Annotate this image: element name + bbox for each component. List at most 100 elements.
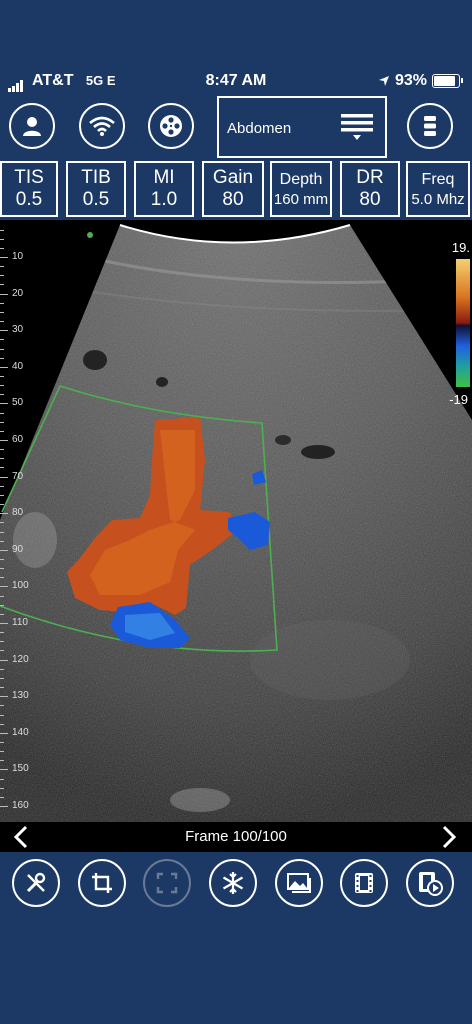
param-depth[interactable]: Depth 160 mm — [270, 161, 332, 217]
ruler-minor-tick — [0, 412, 4, 414]
crop-icon — [92, 873, 112, 893]
freeze-button[interactable] — [209, 859, 257, 907]
status-bar: AT&T 5G E 8:47 AM 93% — [0, 66, 472, 96]
ruler-minor-tick — [0, 687, 4, 689]
ruler-minor-tick — [0, 421, 4, 423]
param-dr[interactable]: DR 80 — [340, 161, 400, 217]
param-tib[interactable]: TIB 0.5 — [66, 161, 126, 217]
ruler-minor-tick — [0, 458, 4, 460]
tools-icon — [26, 872, 46, 893]
image-icon — [287, 873, 311, 893]
ruler-minor-tick — [0, 485, 4, 487]
video-play-icon — [419, 872, 443, 896]
ruler-minor-tick — [0, 504, 4, 506]
ruler-minor-tick — [0, 321, 4, 323]
ruler-label: 120 — [12, 653, 29, 665]
ruler-minor-tick — [0, 522, 4, 524]
ruler-tick — [0, 257, 8, 258]
ruler-minor-tick — [0, 238, 4, 240]
ruler-minor-tick — [0, 339, 4, 341]
image-button[interactable] — [275, 859, 323, 907]
ruler-minor-tick — [0, 714, 4, 716]
ruler-minor-tick — [0, 668, 4, 670]
ruler-tick — [0, 440, 8, 441]
ruler-tick — [0, 293, 8, 295]
menu-button[interactable] — [407, 103, 453, 149]
ruler-label: 160 — [12, 800, 29, 811]
ruler-minor-tick — [0, 796, 4, 798]
ruler-tick — [0, 366, 8, 368]
preset-selector[interactable]: Abdomen — [217, 96, 387, 158]
tools-button[interactable] — [12, 859, 60, 907]
wifi-icon — [89, 116, 115, 136]
ruler-minor-tick — [0, 577, 4, 579]
dropdown-lines-icon — [341, 114, 373, 140]
ruler-minor-tick — [0, 558, 4, 560]
ruler-tick — [0, 696, 8, 698]
film-reel-button[interactable] — [148, 103, 194, 149]
ruler-minor-tick — [0, 787, 4, 789]
param-mi[interactable]: MI 1.0 — [134, 161, 194, 217]
ruler-label: 110 — [12, 617, 28, 628]
ruler-label: 50 — [12, 397, 24, 409]
ruler-minor-tick — [0, 705, 4, 707]
ruler-minor-tick — [0, 385, 4, 387]
ruler-minor-tick — [0, 778, 4, 780]
crop-button[interactable] — [78, 859, 126, 907]
ruler-label: 60 — [12, 434, 24, 445]
ruler-minor-tick — [0, 641, 4, 643]
ruler-minor-tick — [0, 723, 4, 725]
ruler-minor-tick — [0, 430, 4, 432]
ruler-minor-tick — [0, 394, 4, 396]
ruler-minor-tick — [0, 375, 4, 377]
ruler-minor-tick — [0, 604, 4, 606]
ruler-minor-tick — [0, 650, 4, 652]
param-freq[interactable]: Freq 5.0 Mhz — [406, 161, 470, 217]
frame-bar: Frame 100/100 — [0, 822, 472, 852]
ruler-tick — [0, 623, 8, 624]
battery-percent: 93% — [394, 72, 427, 89]
frame-label: Frame 100/100 — [185, 828, 287, 845]
ruler-tick — [0, 806, 8, 807]
ruler-minor-tick — [0, 275, 4, 277]
ruler-minor-tick — [0, 760, 4, 762]
ruler-tick — [0, 513, 8, 515]
ultrasound-scan — [0, 224, 472, 822]
ruler-label: 80 — [12, 507, 24, 519]
user-button[interactable] — [9, 103, 55, 149]
ruler-tick — [0, 476, 8, 478]
focus-marker — [87, 232, 93, 238]
scale-min-label: -19 — [449, 392, 468, 407]
ruler-label: 90 — [12, 543, 24, 555]
ruler-tick — [0, 586, 8, 588]
ruler-minor-tick — [0, 741, 4, 743]
ultrasound-image[interactable]: 19. -19 10 20 30 40 50 60 70 80 90 100 110 120 130 14… — [0, 220, 472, 822]
ruler-minor-tick — [0, 632, 4, 634]
ruler-label: 150 — [12, 763, 29, 775]
ruler-minor-tick — [0, 247, 4, 249]
ruler-minor-tick — [0, 531, 4, 533]
ruler-tick — [0, 403, 8, 405]
video-play-button[interactable] — [406, 859, 454, 907]
param-gain[interactable]: Gain 80 — [202, 161, 264, 217]
ruler-tick — [0, 732, 8, 734]
film-reel-icon — [160, 115, 182, 137]
ruler-minor-tick — [0, 595, 4, 597]
ruler-minor-tick — [0, 751, 4, 753]
fullscreen-button[interactable] — [143, 859, 191, 907]
ruler-minor-tick — [0, 613, 4, 615]
ruler-minor-tick — [0, 467, 4, 469]
ruler-minor-tick — [0, 348, 4, 350]
color-scale-bar — [456, 259, 470, 387]
ruler-minor-tick — [0, 302, 4, 304]
ruler-minor-tick — [0, 284, 4, 286]
ruler-label: 70 — [12, 470, 24, 482]
param-tis[interactable]: TIS 0.5 — [0, 161, 58, 217]
next-frame-icon[interactable] — [440, 824, 458, 850]
film-button[interactable] — [340, 859, 388, 907]
ruler-tick — [0, 659, 8, 661]
wifi-button[interactable] — [79, 103, 125, 149]
film-icon — [355, 873, 373, 893]
ruler-label: 20 — [12, 287, 24, 299]
ruler-minor-tick — [0, 540, 4, 542]
